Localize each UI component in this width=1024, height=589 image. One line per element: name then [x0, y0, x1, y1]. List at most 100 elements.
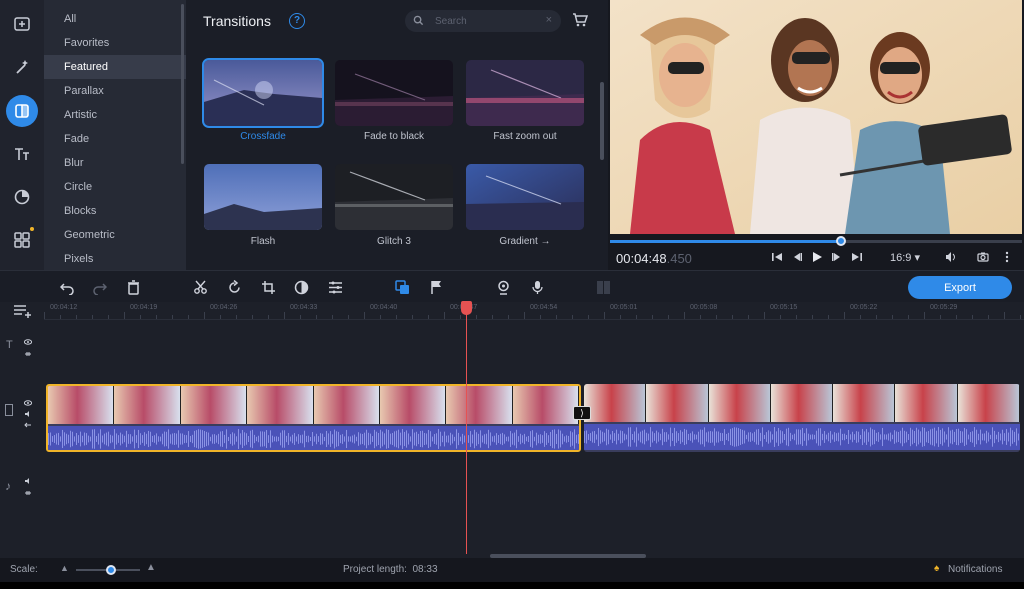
- export-button[interactable]: Export: [908, 276, 1012, 299]
- waveform-bar: [928, 431, 929, 443]
- transitions-icon[interactable]: [6, 95, 38, 127]
- prev-frame-icon[interactable]: [790, 250, 804, 264]
- waveform-bar: [800, 429, 801, 445]
- delete-icon[interactable]: [124, 278, 142, 296]
- category-item[interactable]: All: [44, 7, 186, 31]
- ruler-tick: [716, 315, 717, 319]
- transition-thumb-fade-to-black[interactable]: [335, 60, 453, 126]
- stickers-icon[interactable]: [6, 181, 38, 213]
- waveform-bar: [494, 435, 495, 443]
- speaker-icon[interactable]: [24, 477, 32, 485]
- record-webcam-icon[interactable]: [494, 278, 512, 296]
- crop-icon[interactable]: [259, 278, 277, 296]
- visibility-eye-icon[interactable]: [24, 338, 32, 346]
- aspect-ratio-select[interactable]: 16:9 ▾: [890, 251, 920, 264]
- category-item[interactable]: Favorites: [44, 31, 186, 55]
- color-adjust-icon[interactable]: [292, 278, 310, 296]
- transition-thumb-flash[interactable]: [204, 164, 322, 230]
- waveform-bar: [962, 431, 963, 443]
- waveform-bar: [162, 433, 163, 445]
- transitions-scrollbar[interactable]: [600, 82, 604, 160]
- transition-thumb-crossfade[interactable]: [202, 58, 324, 128]
- category-scrollbar[interactable]: [181, 4, 184, 164]
- magic-wand-icon[interactable]: [6, 51, 38, 83]
- cut-icon[interactable]: [191, 278, 209, 296]
- waveform-bar: [562, 433, 563, 445]
- rotate-icon[interactable]: [225, 278, 243, 296]
- volume-icon[interactable]: [944, 250, 958, 264]
- undo-icon[interactable]: [58, 278, 76, 296]
- waveform-bar: [920, 431, 921, 443]
- category-item[interactable]: Blur: [44, 151, 186, 175]
- microphone-icon[interactable]: [528, 278, 546, 296]
- category-item[interactable]: Geometric: [44, 223, 186, 247]
- zoom-out-icon[interactable]: ▲: [60, 563, 69, 573]
- playback-progress[interactable]: [610, 236, 1022, 246]
- link-icon[interactable]: [24, 489, 32, 497]
- cart-icon[interactable]: [572, 12, 588, 28]
- video-clip-selected[interactable]: [46, 384, 581, 452]
- notifications-link[interactable]: Notifications: [948, 564, 1002, 575]
- waveform-bar: [142, 435, 143, 443]
- speaker-icon[interactable]: [24, 410, 32, 418]
- waveform-bar: [806, 428, 807, 446]
- clear-search-icon[interactable]: ×: [546, 14, 552, 26]
- zoom-in-icon[interactable]: ▲: [146, 562, 156, 573]
- edit-toolbar: Export: [0, 270, 1024, 302]
- category-item[interactable]: Circle: [44, 175, 186, 199]
- waveform-bar: [396, 430, 397, 448]
- redo-icon[interactable]: [90, 278, 108, 296]
- skip-start-icon[interactable]: [770, 250, 784, 264]
- arrow-left-icon[interactable]: [24, 421, 32, 429]
- snapshot-camera-icon[interactable]: [976, 250, 990, 264]
- waveform-bar: [776, 431, 777, 443]
- waveform-bar: [834, 432, 835, 442]
- transition-thumb-glitch-3[interactable]: [335, 164, 453, 230]
- category-item[interactable]: Fade: [44, 127, 186, 151]
- category-item-selected[interactable]: Featured: [44, 55, 186, 79]
- link-icon[interactable]: [24, 350, 32, 358]
- playhead-handle[interactable]: [461, 301, 472, 315]
- time-ruler[interactable]: 00:04:12 00:04:19 00:04:26 00:04:33 00:04:40…: [44, 302, 1024, 320]
- waveform-bar: [354, 434, 355, 444]
- add-track-icon[interactable]: [13, 304, 33, 318]
- ruler-tick: [172, 315, 173, 319]
- grid-toggle-icon[interactable]: [594, 278, 612, 296]
- titles-icon[interactable]: [6, 138, 38, 170]
- overlay-icon[interactable]: [393, 278, 411, 296]
- waveform-bar: [652, 431, 653, 443]
- visibility-eye-icon[interactable]: [24, 399, 32, 407]
- video-clip[interactable]: [584, 384, 1020, 452]
- bell-icon[interactable]: ♠: [934, 563, 939, 574]
- category-item[interactable]: Parallax: [44, 79, 186, 103]
- import-icon[interactable]: [6, 8, 38, 40]
- more-tools-icon[interactable]: [6, 224, 38, 256]
- waveform-bar: [446, 435, 447, 443]
- help-icon[interactable]: ?: [289, 13, 305, 29]
- waveform-bar: [132, 436, 133, 442]
- marker-flag-icon[interactable]: [427, 278, 445, 296]
- waveform-bar: [644, 429, 645, 445]
- waveform-bar: [720, 432, 721, 442]
- skip-end-icon[interactable]: [850, 250, 864, 264]
- more-options-icon[interactable]: [1000, 250, 1014, 264]
- search-input[interactable]: [435, 13, 540, 29]
- waveform-bar: [178, 430, 179, 448]
- scale-slider-knob[interactable]: [106, 565, 116, 575]
- video-preview-frame[interactable]: [610, 0, 1022, 234]
- waveform-bar: [988, 432, 989, 442]
- category-item[interactable]: Artistic: [44, 103, 186, 127]
- progress-knob[interactable]: [835, 236, 846, 246]
- next-frame-icon[interactable]: [830, 250, 844, 264]
- waveform-bar: [168, 429, 169, 449]
- category-item[interactable]: Blocks: [44, 199, 186, 223]
- waveform-bar: [520, 433, 521, 445]
- waveform-bar: [184, 434, 185, 444]
- play-icon[interactable]: [810, 250, 824, 264]
- transition-marker[interactable]: ⟩: [573, 406, 591, 420]
- clip-properties-icon[interactable]: [326, 278, 344, 296]
- transition-thumb-fast-zoom-out[interactable]: [466, 60, 584, 126]
- waveform-bar: [392, 433, 393, 445]
- category-item[interactable]: Pixels: [44, 247, 186, 270]
- transition-thumb-gradient[interactable]: [466, 164, 584, 230]
